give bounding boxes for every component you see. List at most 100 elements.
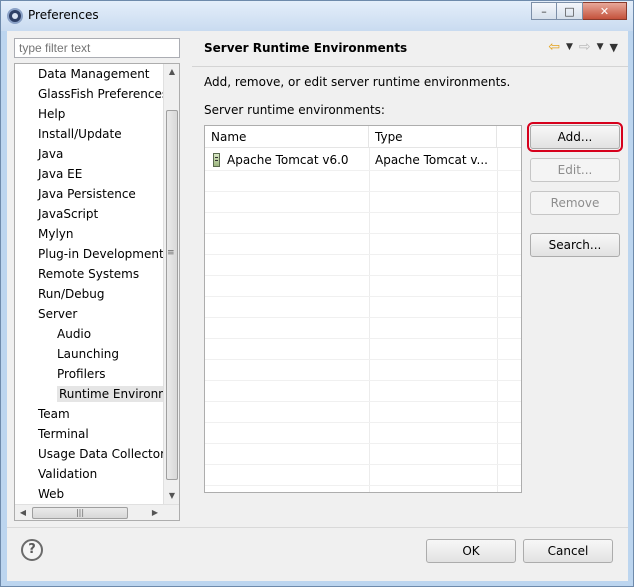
tree-item[interactable]: Usage Data Collector [15,444,164,464]
view-menu-icon[interactable]: ▼ [610,41,618,54]
page-title: Server Runtime Environments [204,41,408,55]
scroll-up-icon[interactable]: ▲ [164,64,179,80]
tree-item-label: Java [38,147,64,161]
row-divider [205,338,521,339]
remove-button[interactable]: Remove [530,191,620,215]
server-runtime-icon [213,153,220,167]
column-divider [497,148,498,492]
tree-item[interactable]: Remote Systems [15,264,164,284]
scroll-right-icon[interactable]: ▶ [147,505,163,520]
row-type-cell: Apache Tomcat v... [375,153,488,167]
row-divider [205,359,521,360]
back-arrow-icon[interactable]: ⇦ [548,39,560,55]
search-button[interactable]: Search... [530,233,620,257]
tree-item[interactable]: Launching [15,344,164,364]
scroll-down-icon[interactable]: ▼ [164,488,179,504]
dialog-body: Data Management GlassFish Preferences Help… [7,31,628,581]
tree-item-label: GlassFish Preferences [38,87,164,101]
table-row[interactable]: Apache Tomcat v6.0 Apache Tomcat v... [205,150,521,170]
row-divider [205,254,521,255]
edit-button[interactable]: Edit... [530,158,620,182]
tree-item[interactable]: Run/Debug [15,284,164,304]
tree-item[interactable]: Mylyn [15,224,164,244]
tree-item[interactable]: Java EE [15,164,164,184]
tree-items: Data Management GlassFish Preferences Help… [15,64,164,504]
close-button[interactable]: ✕ [583,2,627,20]
tree-item[interactable]: Team [15,404,164,424]
tree-item[interactable]: Java Persistence [15,184,164,204]
tree-item[interactable]: Web [15,484,164,504]
tree-item[interactable]: Terminal [15,424,164,444]
tree-item[interactable]: JavaScript [15,204,164,224]
row-divider [205,401,521,402]
tree-item[interactable]: Server [15,304,164,324]
row-divider [205,464,521,465]
tree-item[interactable]: Profilers [15,364,164,384]
ok-button[interactable]: OK [426,539,516,563]
footer-separator [7,527,628,528]
preferences-window: Preferences – □ ✕ Data Management GlassFi… [0,0,634,587]
tree-item[interactable]: Validation [15,464,164,484]
tree-item-label: Java Persistence [38,187,136,201]
tree-item-label: JavaScript [38,207,99,221]
row-divider [205,233,521,234]
minimize-button[interactable]: – [531,2,557,20]
preference-page: Server Runtime Environments ⇦ ▼ ⇨ ▼ ▼ Ad… [192,31,628,521]
help-icon[interactable]: ? [21,539,43,561]
title-bar[interactable]: Preferences – □ ✕ [1,1,633,31]
tree-item[interactable]: Java [15,144,164,164]
tree-item[interactable]: Plug-in Development [15,244,164,264]
column-header-name[interactable]: Name [205,126,369,148]
tree-item-label: Java EE [38,167,83,181]
tree-item-label: Validation [38,467,98,481]
eclipse-icon [7,8,23,24]
row-divider [205,380,521,381]
tree-item-label: Run/Debug [38,287,105,301]
row-divider [205,422,521,423]
page-description: Add, remove, or edit server runtime envi… [204,75,511,89]
cancel-button[interactable]: Cancel [523,539,613,563]
preference-tree: Data Management GlassFish Preferences Help… [14,63,180,521]
tree-item-label: Profilers [57,367,106,381]
row-name-text: Apache Tomcat v6.0 [227,153,349,167]
tree-item[interactable]: GlassFish Preferences [15,84,164,104]
column-divider [369,148,370,492]
add-button[interactable]: Add... [527,122,623,152]
tree-item-label: Usage Data Collector [38,447,164,461]
tree-item[interactable]: Runtime Environm [15,384,164,404]
page-header: Server Runtime Environments ⇦ ▼ ⇨ ▼ ▼ [192,31,628,67]
tree-horizontal-scrollbar[interactable]: ◀ ||| ▶ [15,504,179,520]
window-title: Preferences [28,8,99,22]
tree-item-label: Launching [57,347,120,361]
row-divider [205,296,521,297]
row-divider [205,443,521,444]
tree-item-label: Remote Systems [38,267,140,281]
tree-item[interactable]: Install/Update [15,124,164,144]
tree-item[interactable]: Data Management [15,64,164,84]
row-divider [205,170,521,171]
forward-dropdown-icon[interactable]: ▼ [597,42,604,52]
runtime-list-label: Server runtime environments: [204,103,385,117]
tree-item-label: Audio [57,327,92,341]
window-controls: – □ ✕ [531,2,627,20]
tree-item[interactable]: Help [15,104,164,124]
filter-input[interactable] [14,38,180,58]
tree-vertical-scrollbar[interactable]: ▲ ≡ ▼ [163,64,179,504]
table-header: Name Type [205,126,521,148]
row-divider [205,191,521,192]
tree-item-label: Mylyn [38,227,74,241]
hscroll-thumb[interactable]: ||| [32,507,128,519]
maximize-button[interactable]: □ [557,2,583,20]
tree-item[interactable]: Audio [15,324,164,344]
forward-arrow-icon[interactable]: ⇨ [579,39,591,55]
tree-item-label: Web [38,487,65,501]
back-dropdown-icon[interactable]: ▼ [566,42,573,52]
tree-item-label: Help [38,107,66,121]
tree-item-label: Plug-in Development [38,247,164,261]
scroll-thumb[interactable] [166,110,178,480]
scroll-grip-icon: ≡ [167,248,175,258]
scroll-left-icon[interactable]: ◀ [15,505,31,520]
column-header-type[interactable]: Type [369,126,497,148]
tree-item-label: Server [38,307,78,321]
page-navigation: ⇦ ▼ ⇨ ▼ ▼ [548,39,618,55]
